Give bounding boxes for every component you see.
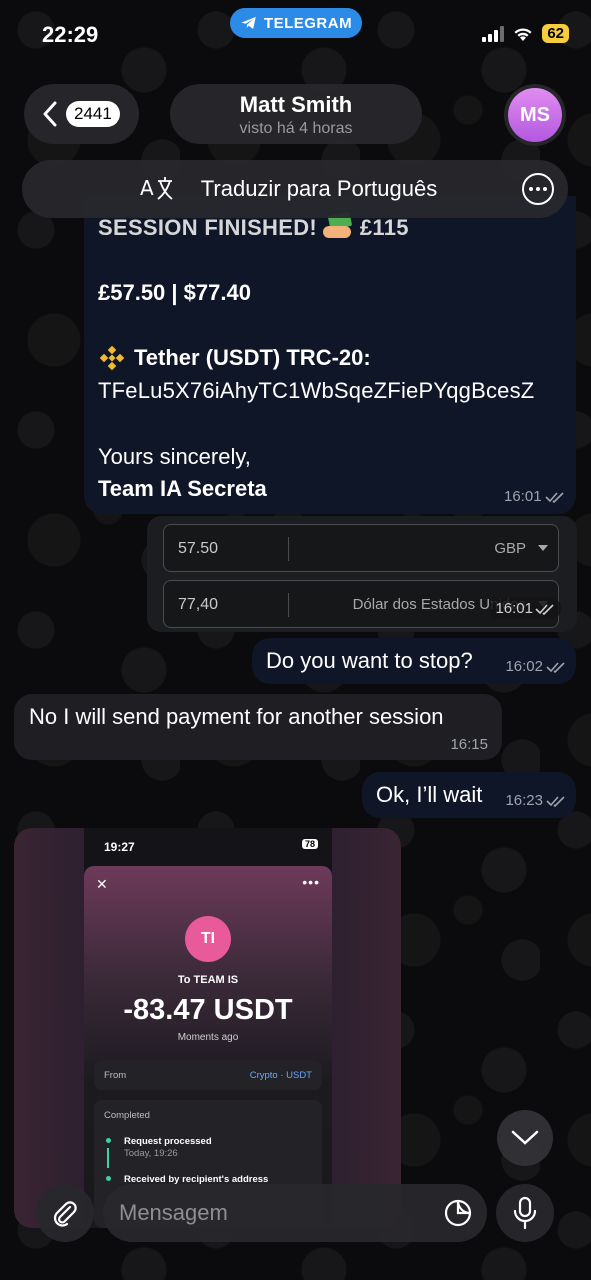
message-composer	[0, 1180, 591, 1280]
transfer-amount: -83.47 USDT	[123, 994, 293, 1026]
screenshot-battery: 78	[301, 839, 318, 849]
session-finished-message[interactable]: SESSION FINISHED! £115 £57.50 | $77.40 T…	[84, 196, 576, 514]
attach-button[interactable]	[36, 1184, 94, 1242]
wallet-address[interactable]: TFeLu5X76iAhyTC1WbSqeZFiePYqgBcesZ	[98, 378, 534, 404]
message-time: 16:02	[505, 658, 543, 675]
step-1-title: Request processed	[124, 1136, 212, 1147]
message-input[interactable]	[119, 1196, 429, 1230]
step-line	[107, 1148, 109, 1168]
message-time: 16:23	[505, 792, 543, 809]
chat-header: 2441 Matt Smith visto há 4 horas MS	[0, 82, 591, 146]
chevron-down-icon	[511, 1130, 539, 1145]
from-label: From	[104, 1070, 127, 1081]
message-text: Ok, I’ll wait	[376, 782, 483, 807]
tether-network-text: Tether (USDT) TRC-20:	[134, 345, 371, 370]
recipient-label: To TEAM IS	[177, 974, 239, 986]
microphone-icon	[513, 1196, 537, 1230]
signature-text: Team IA Secreta	[98, 476, 267, 501]
read-checkmarks-icon	[544, 491, 564, 503]
cellular-signal-icon	[482, 25, 505, 42]
avatar: MS	[508, 88, 562, 142]
status-bar: 22:29 TELEGRAM 62	[0, 0, 591, 70]
message-text: No I will send payment for another sessi…	[29, 704, 444, 729]
unread-count-badge: 2441	[66, 101, 120, 127]
from-row: From Crypto · USDT	[94, 1060, 322, 1090]
incoming-message[interactable]: No I will send payment for another sessi…	[14, 694, 502, 760]
session-finished-line: SESSION FINISHED! £115	[98, 211, 409, 241]
battery-indicator: 62	[542, 24, 569, 43]
message-meta: 16:23	[505, 792, 566, 809]
outgoing-message[interactable]: Ok, I’ll wait 16:23	[362, 772, 576, 818]
message-time: 16:15	[450, 736, 488, 753]
more-options-button[interactable]	[522, 173, 554, 205]
converter-value-gbp: 57.50	[178, 540, 219, 557]
translate-bar[interactable]: A Traduzir para Português	[22, 160, 568, 218]
paperclip-icon	[53, 1201, 77, 1227]
step-dot-icon	[106, 1138, 111, 1143]
status-indicators: 62	[482, 24, 569, 43]
read-checkmarks-icon	[546, 661, 565, 673]
session-finished-text: SESSION FINISHED!	[98, 215, 318, 240]
telegram-plane-icon	[241, 17, 256, 29]
last-seen-status: visto há 4 horas	[239, 120, 353, 137]
telegram-pill-label: TELEGRAM	[263, 14, 353, 32]
converter-meta: 16:01	[489, 598, 561, 619]
back-button[interactable]: 2441	[24, 84, 139, 144]
read-checkmarks-icon	[546, 795, 565, 807]
svg-text:A: A	[140, 176, 154, 200]
scroll-to-bottom-button[interactable]	[497, 1110, 553, 1166]
converter-currency-gbp: GBP	[494, 540, 526, 557]
message-text: Do you want to stop?	[266, 648, 473, 673]
read-checkmarks-icon	[535, 603, 554, 615]
message-meta: 16:01	[504, 488, 565, 505]
chevron-left-icon	[43, 101, 57, 127]
voice-message-button[interactable]	[496, 1184, 554, 1242]
chat-title[interactable]: Matt Smith visto há 4 horas	[170, 84, 422, 144]
chat-name: Matt Smith	[239, 92, 353, 117]
screenshot-time: 19:27	[104, 840, 135, 854]
translate-label: Traduzir para Português	[200, 176, 438, 201]
transfer-time: Moments ago	[177, 1032, 239, 1043]
message-meta: 16:02	[505, 658, 566, 675]
completed-label: Completed	[104, 1110, 150, 1121]
closing-text: Yours sincerely,	[98, 444, 251, 469]
converter-separator	[288, 537, 289, 561]
converter-row-gbp[interactable]: 57.50 GBP	[163, 524, 559, 572]
outgoing-message[interactable]: Do you want to stop? 16:02	[252, 638, 576, 684]
payment-screenshot: 19:27 78 ✕ ••• TI To TEAM IS -83.47 USDT…	[84, 828, 332, 1228]
binance-icon	[99, 345, 125, 371]
converter-time: 16:01	[495, 600, 533, 617]
message-input-container	[103, 1184, 487, 1242]
converter-separator	[288, 593, 289, 617]
converter-value-usd: 77,40	[178, 596, 219, 613]
step-1-time: Today, 19:26	[124, 1148, 178, 1159]
message-time: 16:01	[504, 488, 542, 505]
payment-screenshot-message[interactable]: 19:27 78 ✕ ••• TI To TEAM IS -83.47 USDT…	[14, 828, 401, 1228]
from-value: Crypto · USDT	[249, 1070, 312, 1081]
more-icon: •••	[302, 874, 320, 890]
profile-avatar-button[interactable]: MS	[504, 84, 566, 146]
screenshot-status-bar: 19:27 78	[84, 828, 332, 862]
price-line: £57.50 | $77.40	[98, 280, 251, 305]
sticker-icon[interactable]	[443, 1198, 473, 1228]
telegram-app-pill[interactable]: TELEGRAM	[230, 8, 362, 38]
close-icon: ✕	[96, 876, 108, 892]
recipient-avatar: TI	[185, 916, 231, 962]
tether-network-line: Tether (USDT) TRC-20:	[98, 344, 371, 372]
dropdown-arrow-icon	[538, 545, 548, 551]
wifi-icon	[514, 27, 532, 41]
screenshot-transfer-sheet: ✕ ••• TI To TEAM IS -83.47 USDT Moments …	[84, 866, 332, 1228]
translate-icon: A	[140, 176, 173, 200]
session-amount: £115	[359, 215, 409, 240]
currency-converter-card: 57.50 GBP 77,40 Dólar dos Estados Unidos…	[147, 516, 577, 632]
status-time: 22:29	[42, 22, 99, 47]
